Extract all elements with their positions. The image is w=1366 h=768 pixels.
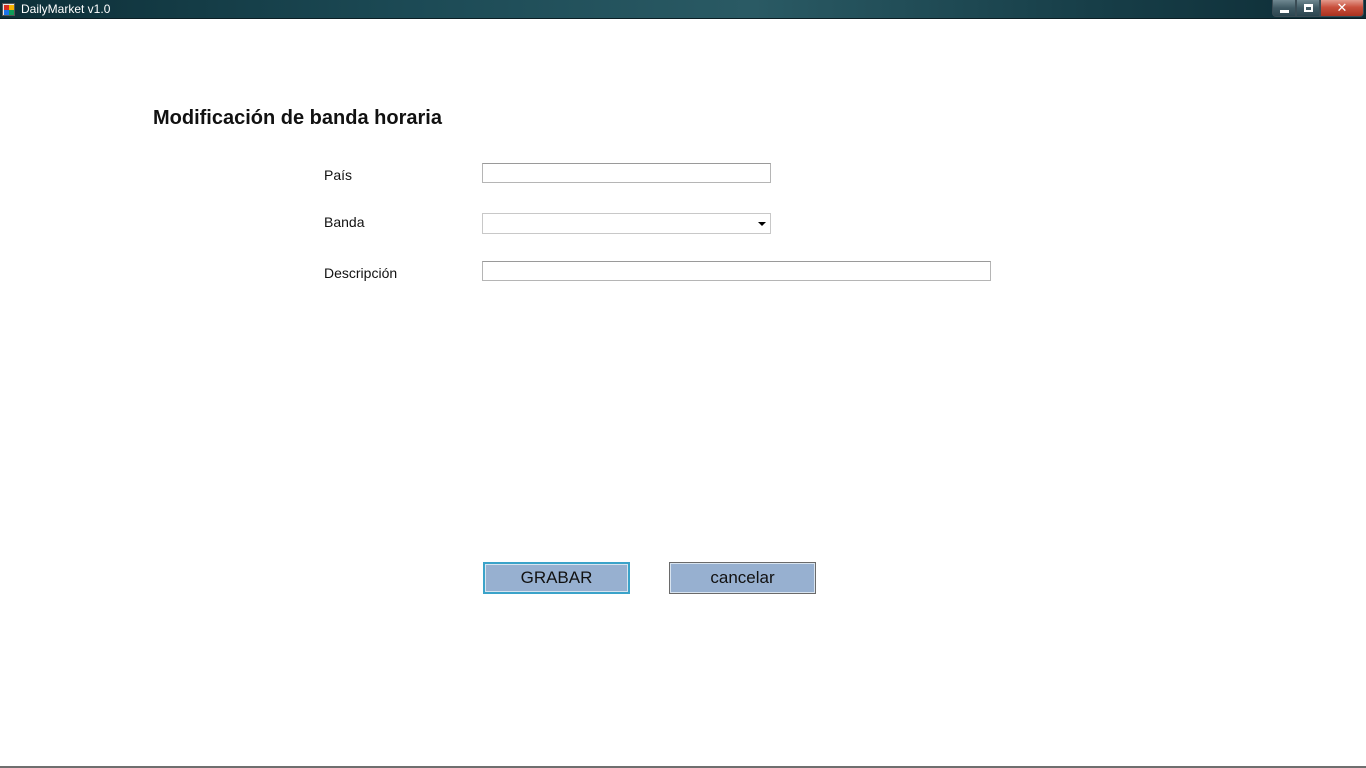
banda-label: Banda [324, 214, 365, 230]
banda-select[interactable] [482, 213, 771, 234]
descripcion-input[interactable] [482, 261, 991, 281]
pais-label: País [324, 167, 353, 183]
pais-input[interactable] [482, 163, 771, 183]
window-titlebar[interactable]: DailyMarket v1.0 ✕ [0, 0, 1366, 19]
minimize-icon [1279, 9, 1289, 13]
descripcion-label: Descripción [324, 265, 398, 281]
window-controls: ✕ [1272, 0, 1364, 17]
app-icon[interactable] [2, 3, 15, 16]
close-button[interactable]: ✕ [1320, 0, 1364, 17]
minimize-button[interactable] [1272, 0, 1296, 17]
window-title: DailyMarket v1.0 [21, 2, 111, 16]
restore-button[interactable] [1296, 0, 1320, 17]
cancel-button[interactable]: cancelar [669, 562, 816, 594]
save-button[interactable]: GRABAR [483, 562, 630, 594]
restore-icon [1303, 4, 1313, 12]
page-title: Modificación de banda horaria [153, 107, 442, 129]
close-icon: ✕ [1336, 0, 1348, 16]
chevron-down-icon[interactable] [758, 222, 766, 226]
